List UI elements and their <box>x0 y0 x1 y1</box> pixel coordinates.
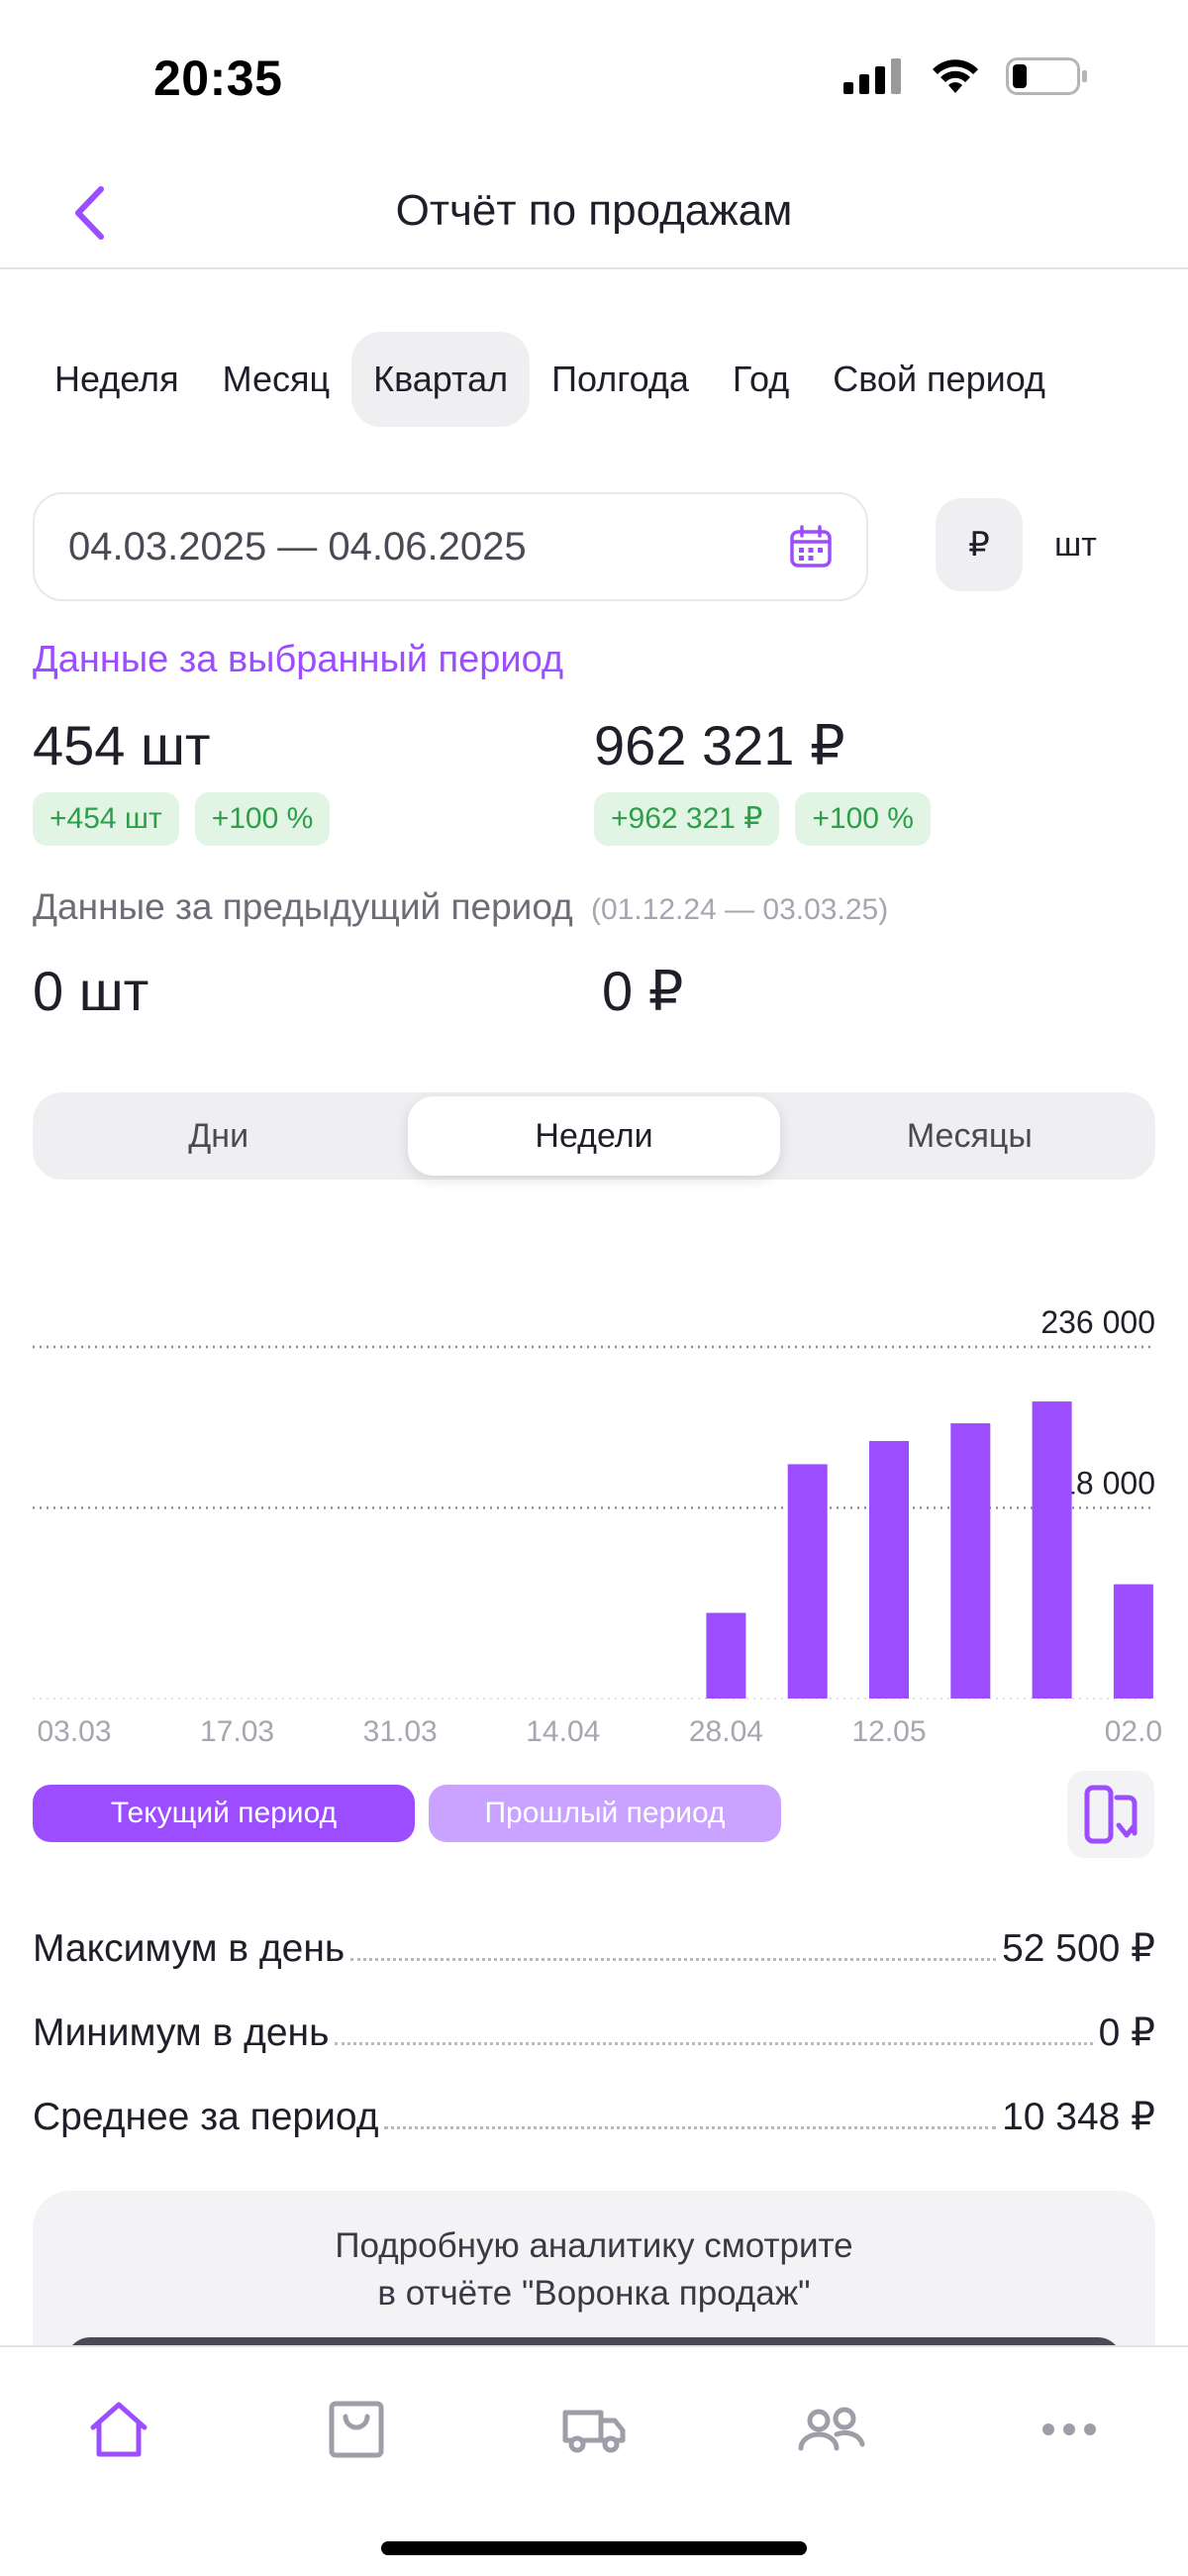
analytics-text: Подробную аналитику смотрите в отчёте "В… <box>33 2222 1155 2318</box>
legend-previous-period[interactable]: Прошлый период <box>429 1785 781 1842</box>
status-icons <box>843 57 1089 95</box>
chart-gridline-label: 236 000 <box>1040 1304 1155 1340</box>
summary-min-value: 0 ₽ <box>1098 2011 1155 2054</box>
wifi-icon <box>933 59 978 93</box>
tab-home[interactable] <box>79 2395 158 2464</box>
segment-weeks[interactable]: Недели <box>408 1096 780 1176</box>
unit-rub-button[interactable]: ₽ <box>936 498 1023 591</box>
home-icon <box>90 2402 148 2457</box>
previous-period-heading: Данные за предыдущий период (01.12.24 — … <box>33 886 888 928</box>
chart-tick-label: 12.05 <box>851 1715 926 1748</box>
unit-pcs-button[interactable]: шт <box>1054 498 1097 591</box>
qty-percent-badge: +100 % <box>194 792 331 846</box>
chart-bar[interactable] <box>706 1612 746 1699</box>
unit-toggle: ₽ шт <box>936 498 1097 591</box>
qty-change-badges: +454 шт +100 % <box>33 792 331 846</box>
previous-sum: 0 ₽ <box>602 960 684 1022</box>
chart-bar[interactable] <box>950 1423 991 1699</box>
calendar-icon[interactable] <box>789 525 833 568</box>
previous-period-title: Данные за предыдущий период <box>33 886 573 927</box>
signal-icon <box>843 58 901 94</box>
chart-tick-label: 31.03 <box>363 1715 438 1748</box>
page-title: Отчёт по продажам <box>395 186 793 235</box>
tab-week[interactable]: Неделя <box>33 332 201 427</box>
tab-orders[interactable] <box>317 2395 396 2464</box>
summary-dots <box>350 1958 997 1961</box>
chart-tick-label: 17.03 <box>200 1715 274 1748</box>
current-qty: 454 шт <box>33 714 211 776</box>
analytics-line-2: в отчёте "Воронка продаж" <box>377 2274 811 2313</box>
current-sum: 962 321 ₽ <box>594 714 845 776</box>
summary-min-row: Минимум в день 0 ₽ <box>33 1996 1155 2055</box>
tab-customers[interactable] <box>792 2395 871 2464</box>
sales-report-screen: 20:35 Отчёт по продажам Неделя Месяц Ква… <box>0 0 1188 2576</box>
tab-quarter[interactable]: Квартал <box>351 332 531 427</box>
legend-current-period[interactable]: Текущий период <box>33 1785 415 1842</box>
segment-days[interactable]: Дни <box>33 1096 404 1176</box>
status-bar: 20:35 <box>0 0 1188 158</box>
chart-bar[interactable] <box>869 1441 909 1699</box>
chart-tick-label: 02.0 <box>1105 1715 1162 1748</box>
tab-year[interactable]: Год <box>711 332 811 427</box>
tab-more[interactable] <box>1030 2395 1109 2464</box>
sum-change-badges: +962 321 ₽ +100 % <box>594 792 931 846</box>
tab-custom-period[interactable]: Свой период <box>811 332 1067 427</box>
previous-qty: 0 шт <box>33 960 149 1022</box>
date-range-value: 04.03.2025 — 04.06.2025 <box>68 524 527 568</box>
more-icon <box>1042 2423 1096 2435</box>
summary-avg-label: Среднее за период <box>33 2096 379 2138</box>
sum-change-badge: +962 321 ₽ <box>594 792 780 846</box>
sales-bar-chart: 236 000118 00003.03 17.03 31.03 14.04 28.04 1… <box>33 1304 1162 1748</box>
chart-tick-label: 14.04 <box>526 1715 600 1748</box>
chart-tick-label: 03.03 <box>37 1715 111 1748</box>
status-time: 20:35 <box>153 51 283 106</box>
compare-icon <box>1084 1785 1138 1844</box>
qty-change-badge: +454 шт <box>33 792 179 846</box>
summary-max-row: Максимум в день 52 500 ₽ <box>33 1911 1155 1971</box>
chart-bar[interactable] <box>1032 1401 1072 1699</box>
tab-delivery[interactable] <box>554 2395 634 2464</box>
summary-dots <box>335 2042 1093 2045</box>
previous-period-range: (01.12.24 — 03.03.25) <box>590 893 889 926</box>
period-tabs: Неделя Месяц Квартал Полгода Год Свой пе… <box>33 332 1067 427</box>
tab-half-year[interactable]: Полгода <box>530 332 711 427</box>
summary-max-label: Максимум в день <box>33 1927 346 1970</box>
chart-bar[interactable] <box>787 1464 828 1699</box>
navigation-header: Отчёт по продажам <box>0 158 1188 269</box>
chart-bar[interactable] <box>1113 1584 1153 1699</box>
truck-icon <box>562 2410 626 2453</box>
tab-month[interactable]: Месяц <box>201 332 352 427</box>
analytics-line-1: Подробную аналитику смотрите <box>335 2226 853 2265</box>
summary-avg-value: 10 348 ₽ <box>1002 2096 1155 2138</box>
current-period-heading: Данные за выбранный период <box>33 639 564 680</box>
segment-months[interactable]: Месяцы <box>784 1096 1155 1176</box>
compare-toggle-button[interactable] <box>1067 1771 1154 1858</box>
granularity-segmented-control: Дни Недели Месяцы <box>33 1092 1155 1180</box>
summary-max-value: 52 500 ₽ <box>1002 1927 1155 1970</box>
chart-legend: Текущий период Прошлый период <box>33 1785 781 1842</box>
battery-icon <box>1006 57 1087 95</box>
users-icon <box>798 2407 865 2451</box>
chart-tick-label: 28.04 <box>689 1715 763 1748</box>
date-range-field[interactable]: 04.03.2025 — 04.06.2025 <box>33 492 868 601</box>
summary-dots <box>384 2126 997 2129</box>
shopping-bag-icon <box>329 2401 384 2458</box>
summary-min-label: Минимум в день <box>33 2011 330 2054</box>
home-indicator <box>381 2541 807 2555</box>
summary-avg-row: Среднее за период 10 348 ₽ <box>33 2080 1155 2139</box>
sum-percent-badge: +100 % <box>795 792 931 846</box>
